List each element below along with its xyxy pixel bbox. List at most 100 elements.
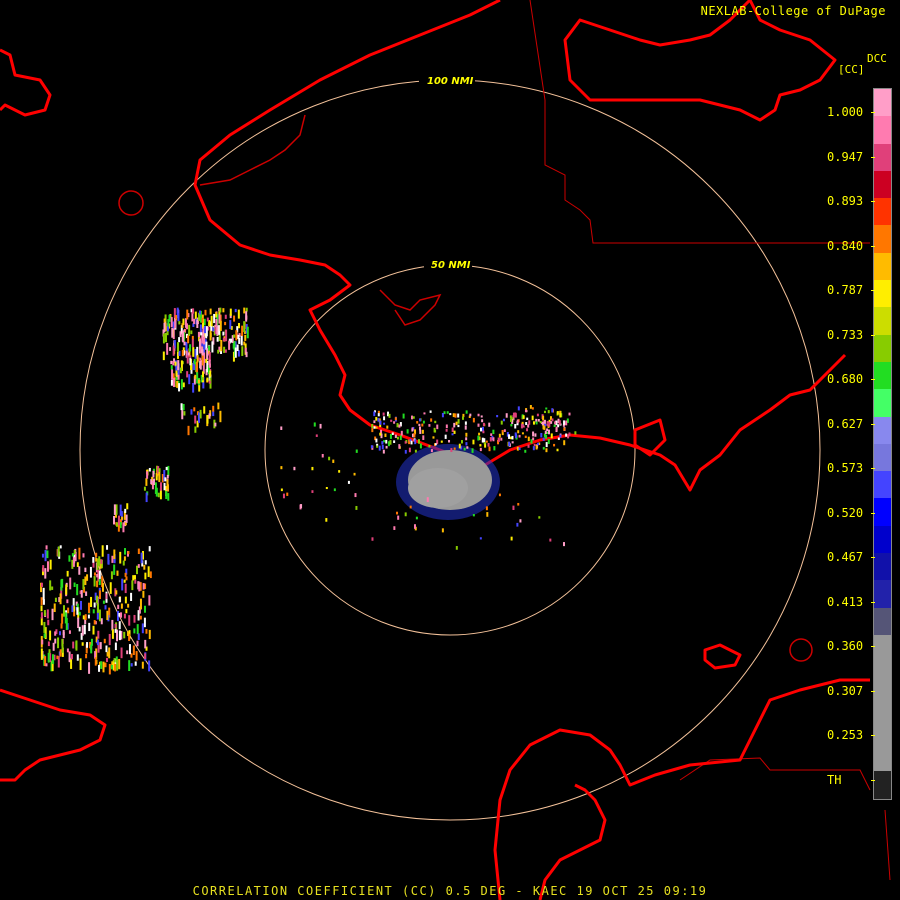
echo-pixel [124,548,127,555]
radar-map[interactable]: 50 NMI 100 NMI [0,0,900,900]
echo-pixel [293,466,296,471]
echo-pixel [386,425,389,429]
echo-pixel [206,317,209,322]
echo-pixel [414,449,417,453]
echo-pixel [163,322,166,333]
echo-pixel [529,405,532,409]
echo-pixel [46,550,49,559]
echo-pixel [80,600,83,610]
echo-pixel [206,348,209,360]
echo-pixel [422,435,425,440]
echo-pixel [105,593,108,600]
echo-pixel [178,337,181,343]
echo-pixel [143,564,146,570]
echo-pixel [411,429,414,432]
echo-pixel [481,419,484,423]
echo-pixel [148,595,151,606]
echo-pixel [54,631,57,636]
echo-pixel [381,444,384,450]
echo-pixel [531,415,534,421]
echo-pixel [118,621,121,630]
echo-pixel [43,610,46,616]
echo-pixel [172,378,175,388]
state-borders [529,0,891,881]
echo-pixel [519,519,522,523]
echo-pixel [565,433,568,437]
echo-pixel [137,564,140,568]
legend-swatch [874,198,891,226]
echo-pixel [479,427,482,432]
echo-pixel [553,424,556,428]
legend-tick-label: TH [827,773,875,787]
echo-pixel [126,503,129,510]
echo-pixel [66,570,69,577]
echo-pixel [537,419,540,422]
legend-swatch [874,225,891,253]
echo-pixel [134,579,137,584]
echo-pixel [205,326,208,337]
echo-pixel [138,581,141,592]
echo-pixel [511,441,514,444]
echo-pixel [177,360,180,371]
echo-pixel [527,424,530,428]
echo-pixel [517,406,520,411]
echo-pixel [426,497,429,503]
echo-pixel [192,308,195,314]
echo-pixel [353,472,356,476]
echo-pixel [204,309,207,316]
echo-pixel [383,440,386,443]
echo-pixel [465,410,468,414]
echo-pixel [133,628,136,634]
echo-pixel [101,545,104,557]
echo-pixel [422,420,425,424]
echo-pixel [477,423,480,427]
legend-swatch [874,252,891,281]
echo-pixel [120,647,123,659]
echo-pixel [377,410,380,414]
echo-pixel [122,522,125,533]
echo-pixel [106,610,109,621]
echo-pixel [528,420,531,425]
echo-pixel [554,421,557,425]
echo-pixel [201,377,204,381]
echo-pixel [127,631,130,636]
echo-pixel [185,323,188,330]
legend-tick-label: 0.413 [827,595,875,609]
echo-pixel [84,567,87,573]
echo-pixel [532,421,535,425]
echo-pixel [145,478,148,486]
echo-pixel [488,446,491,452]
echo-pixel [83,624,86,635]
echo-pixel [139,598,142,610]
echo-pixel [245,307,248,312]
echo-pixel [162,333,165,344]
echo-pixel [75,640,78,651]
echo-pixel [479,447,482,452]
echo-pixel [396,423,399,428]
echo-pixel [78,611,81,616]
echo-pixel [515,433,518,439]
echo-pixel [76,607,79,615]
legend-tick-label: 0.733 [827,328,875,342]
echo-pixel [428,444,431,448]
echo-pixel [122,560,125,566]
echo-pixel [375,426,378,429]
echo-pixel [229,320,232,330]
echo-pixel [417,439,420,444]
echo-pixel [84,614,87,621]
echo-pixel [191,335,194,340]
echo-pixel [457,424,460,428]
echo-pixel [319,423,322,429]
echo-pixel [194,311,197,320]
echo-pixel [508,441,511,447]
ring-label-50nmi: 50 NMI [431,260,471,271]
echo-pixel [114,642,117,651]
echo-pixel [81,625,84,636]
echo-pixel [245,315,248,320]
echo-pixel [243,341,246,346]
legend-swatch [874,116,891,144]
echo-pixel [125,576,128,581]
echo-pixel [76,562,79,567]
echo-pixel [233,315,236,322]
legend-swatch [874,334,891,362]
